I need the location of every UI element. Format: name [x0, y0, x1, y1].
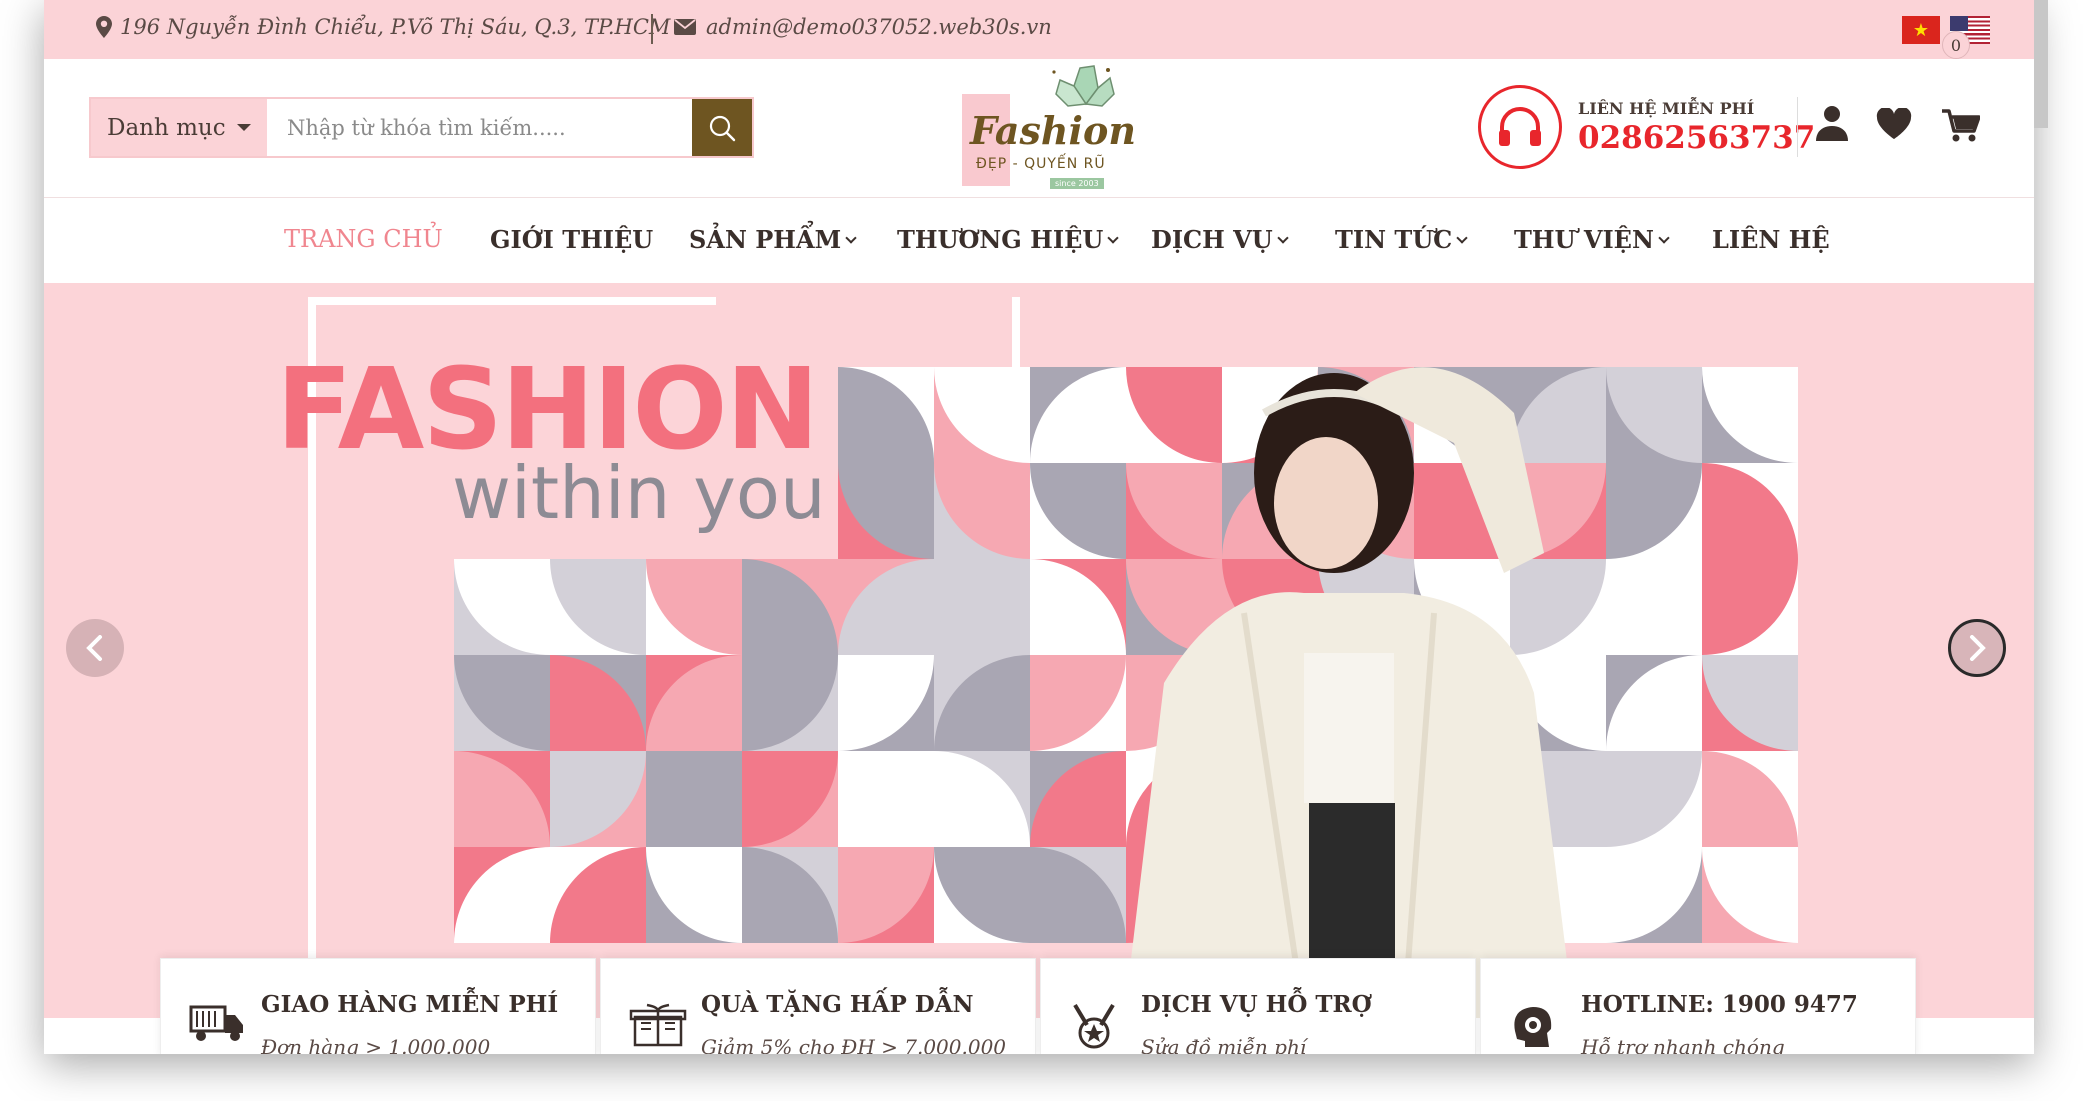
address-text: 196 Nguyễn Đình Chiểu, P.Võ Thị Sáu, Q.3…	[120, 15, 671, 39]
feature-strip: GIAO HÀNG MIỄN PHÍ Đơn hàng > 1.000.000 …	[160, 958, 1916, 1054]
chevron-down-icon	[1277, 231, 1289, 244]
topbar-divider	[651, 14, 653, 44]
nav-item-services[interactable]: DỊCH VỤ	[1151, 225, 1289, 254]
feature-gifts: QUÀ TẶNG HẤP DẪN Giảm 5% cho ĐH > 7.000.…	[600, 958, 1036, 1054]
search-input[interactable]	[267, 99, 692, 156]
hotline-label: LIÊN HỆ MIỄN PHÍ	[1578, 98, 1755, 118]
headphones-icon	[1499, 107, 1541, 146]
heart-icon[interactable]	[1876, 108, 1912, 140]
chevron-down-icon	[845, 231, 857, 244]
caret-down-icon	[237, 124, 251, 131]
nav-item-library[interactable]: THƯ VIỆN	[1514, 225, 1670, 254]
main-navigation: TRANG CHỦ GIỚI THIỆU SẢN PHẨM THƯƠNG HIỆ…	[44, 199, 2034, 283]
header-divider	[1797, 97, 1798, 157]
vietnamese-flag-icon[interactable]: ★	[1902, 16, 1940, 44]
map-pin-icon	[96, 16, 112, 38]
cart-icon[interactable]	[1942, 109, 1980, 143]
top-info-bar: 196 Nguyễn Đình Chiểu, P.Võ Thị Sáu, Q.3…	[44, 0, 2034, 59]
feature-support: DỊCH VỤ HỖ TRỢ Sửa đồ miễn phí	[1040, 958, 1476, 1054]
hotline-block[interactable]: LIÊN HỆ MIỄN PHÍ 02862563737	[1478, 85, 1815, 169]
feature-free-shipping: GIAO HÀNG MIỄN PHÍ Đơn hàng > 1.000.000	[160, 958, 596, 1054]
slider-next-button[interactable]	[1948, 619, 2006, 677]
nav-item-brands[interactable]: THƯƠNG HIỆU	[897, 225, 1119, 254]
user-icon[interactable]	[1816, 105, 1848, 141]
category-label: Danh mục	[107, 114, 226, 141]
address-info: 196 Nguyễn Đình Chiểu, P.Võ Thị Sáu, Q.3…	[96, 15, 670, 39]
nav-item-home[interactable]: TRANG CHỦ	[284, 225, 443, 253]
envelope-icon	[674, 19, 696, 35]
logo-wordmark: Fashion	[970, 108, 1136, 153]
chevron-left-icon	[86, 635, 102, 661]
hero-slider[interactable]: FASHION within you	[44, 283, 2034, 1018]
chevron-down-icon	[1107, 231, 1119, 244]
truck-icon	[189, 1005, 243, 1041]
feature-subtitle: Hỗ trợ nhanh chóng	[1581, 1035, 1785, 1054]
nav-item-products[interactable]: SẢN PHẨM	[689, 225, 857, 254]
banner-subline: within you	[452, 451, 826, 535]
email-info[interactable]: admin@demo037052.web30s.vn	[674, 15, 1052, 39]
feature-subtitle: Sửa đồ miễn phí	[1141, 1035, 1307, 1054]
feature-title: DỊCH VỤ HỖ TRỢ	[1141, 991, 1372, 1018]
email-text[interactable]: admin@demo037052.web30s.vn	[706, 15, 1052, 39]
logo-since-badge: since 2003	[1050, 178, 1104, 189]
model-photo	[1124, 367, 1574, 1018]
browser-viewport: 196 Nguyễn Đình Chiểu, P.Võ Thị Sáu, Q.3…	[44, 0, 2034, 1054]
medal-icon	[1073, 1003, 1115, 1049]
feature-title: QUÀ TẶNG HẤP DẪN	[701, 991, 974, 1018]
logo-tagline: ĐẸP - QUYẾN RŨ	[976, 156, 1106, 172]
hotline-icon-circle	[1478, 85, 1562, 169]
nav-item-news[interactable]: TIN TỨC	[1335, 225, 1468, 254]
search-button[interactable]	[692, 99, 752, 156]
support-head-icon	[1514, 1007, 1552, 1047]
nav-item-about[interactable]: GIỚI THIỆU	[490, 225, 653, 254]
feature-subtitle: Đơn hàng > 1.000.000	[261, 1035, 491, 1054]
chevron-right-icon	[1970, 635, 1986, 661]
chevron-down-icon	[1456, 231, 1468, 244]
category-dropdown[interactable]: Danh mục	[91, 99, 267, 156]
search-icon	[709, 115, 736, 141]
hotline-number[interactable]: 02862563737	[1578, 120, 1815, 156]
chevron-down-icon	[1658, 231, 1670, 244]
slider-prev-button[interactable]	[66, 619, 124, 677]
feature-subtitle: Giảm 5% cho ĐH > 7.000.000	[701, 1035, 1007, 1054]
gift-icon	[629, 1003, 687, 1047]
site-logo[interactable]: Fashion ĐẸP - QUYẾN RŨ since 2003	[954, 64, 1136, 194]
search-bar: Danh mục	[89, 97, 754, 158]
feature-title: GIAO HÀNG MIỄN PHÍ	[261, 991, 559, 1018]
feature-title: HOTLINE: 1900 9477	[1581, 991, 1858, 1018]
page-scrollbar-thumb[interactable]	[2034, 0, 2048, 128]
cart-count-badge: 0	[1942, 31, 1970, 59]
site-header: Danh mục Fashion ĐẸP - QUYẾN RŨ since 20…	[44, 31, 2034, 198]
nav-item-contact[interactable]: LIÊN HỆ	[1712, 225, 1830, 254]
feature-hotline: HOTLINE: 1900 9477 Hỗ trợ nhanh chóng	[1480, 958, 1916, 1054]
